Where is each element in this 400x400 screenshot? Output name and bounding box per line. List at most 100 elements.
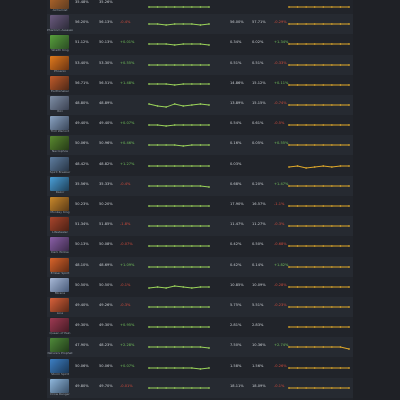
- hero-name[interactable]: Ember Spirit: [47, 271, 73, 275]
- pick-rate-value: 0.68%: [230, 181, 242, 186]
- table-row[interactable]: Necrophos 50.06% 50.96% +0.46% 0.16% 0.05% +0.…: [47, 135, 353, 156]
- pick-rate-trend: [288, 346, 350, 351]
- win-rate-trend: [148, 326, 210, 329]
- trend-point: [208, 205, 210, 207]
- hero-portrait[interactable]: [50, 338, 69, 353]
- hero-name[interactable]: Mirana: [47, 291, 73, 295]
- table-row[interactable]: Storm Spirit 50.06% 50.06% +0.07% 1.58% 1.56%…: [47, 358, 353, 378]
- win-rate-trend: [148, 205, 210, 207]
- hero-portrait[interactable]: [50, 176, 69, 191]
- hero-name[interactable]: Lifestealer: [47, 230, 73, 234]
- trend-point: [190, 6, 193, 8]
- pick-rate-value: 5.75%: [230, 303, 242, 307]
- hero-name[interactable]: Drow Ranger: [47, 392, 73, 396]
- trend-point: [288, 104, 290, 106]
- hero-name[interactable]: Alchemist: [47, 8, 73, 12]
- trend-point: [296, 326, 299, 329]
- trend-point: [348, 43, 350, 46]
- pick-rate-prev: 16.57%: [252, 202, 266, 206]
- hero-portrait[interactable]: [50, 136, 69, 151]
- hero-portrait[interactable]: [50, 257, 69, 272]
- win-rate-trend: [148, 346, 210, 350]
- hero-name[interactable]: Storm Spirit: [47, 372, 73, 376]
- pick-rate-change: +1.82%: [274, 262, 289, 267]
- table-row[interactable]: Spirit Breaker 48.42% 48.82% +1.27% 0.03%: [47, 156, 353, 176]
- table-row[interactable]: Wraith King 51.12% 50.13% +0.01% 0.34% 0.02% +…: [47, 34, 353, 54]
- hero-name[interactable]: Nature's Prophet: [47, 351, 73, 355]
- trend-point: [156, 205, 159, 207]
- hero-portrait[interactable]: [50, 35, 69, 50]
- table-row[interactable]: Lifestealer 51.34% 51.85% -1.8% 11.47% 11.27%…: [47, 216, 353, 237]
- table-row[interactable]: Monkey King 50.23% 50.20% 17.90% 16.57% -1.1%: [47, 196, 353, 216]
- win-rate-prev: 50.96%: [99, 141, 113, 146]
- table-row[interactable]: Ember Spirit 48.10% 48.69% +1.09% 0.42% 0.14%…: [47, 256, 353, 277]
- hero-name[interactable]: Spirit Breaker: [47, 170, 73, 174]
- trend-point: [156, 164, 159, 167]
- trend-point: [305, 184, 308, 187]
- trend-point: [208, 386, 210, 389]
- trend-point: [190, 386, 193, 389]
- hero-name[interactable]: Lina: [47, 311, 73, 315]
- pick-rate-prev: 0.14%: [252, 262, 264, 267]
- table-row[interactable]: Alchemist 35.48% 35.26%: [47, 0, 353, 14]
- trend-point: [190, 346, 193, 349]
- hero-portrait[interactable]: [50, 358, 69, 373]
- hero-portrait[interactable]: [50, 217, 69, 232]
- hero-portrait[interactable]: [50, 15, 69, 30]
- hero-portrait[interactable]: [50, 156, 69, 171]
- hero-name[interactable]: Monkey King: [47, 210, 73, 214]
- trend-point: [330, 386, 333, 389]
- trend-point: [199, 164, 202, 167]
- trend-point: [322, 104, 325, 106]
- win-rate-change: +0.95%: [120, 323, 135, 328]
- trend-point: [305, 205, 308, 207]
- trend-point: [199, 63, 202, 66]
- table-row[interactable]: Drow Ranger 49.80% 49.70% -0.01% 18.11% 18.09…: [47, 377, 353, 398]
- table-row[interactable]: Dark Willow 50.13% 50.08% -0.07% 0.42% 0.50% -…: [47, 236, 353, 256]
- trend-point: [165, 184, 168, 187]
- hero-portrait[interactable]: [50, 237, 69, 252]
- hero-name[interactable]: Razor: [47, 190, 73, 194]
- hero-portrait[interactable]: [50, 298, 69, 312]
- trend-point: [313, 6, 316, 8]
- hero-portrait[interactable]: [50, 277, 69, 292]
- hero-name[interactable]: Phoenix: [47, 69, 73, 73]
- hero-name[interactable]: Necrophos: [47, 149, 73, 153]
- table-row[interactable]: Troll Warlord 49.40% 49.40% +0.07% 0.54% 0.61…: [47, 115, 353, 135]
- trend-point: [313, 346, 316, 349]
- trend-point: [288, 165, 290, 168]
- table-row[interactable]: Mirana 50.50% 50.50% -0.1% 10.85% 10.09% -0.28…: [47, 277, 353, 297]
- trend-point: [296, 184, 299, 187]
- trend-point: [190, 82, 193, 85]
- hero-name[interactable]: Troll Warlord: [47, 129, 73, 133]
- trend-point: [348, 386, 350, 389]
- hero-portrait[interactable]: [50, 318, 69, 333]
- hero-portrait[interactable]: [50, 197, 69, 211]
- table-row[interactable]: Earthshaker 56.71% 56.51% +1.48% 14.86% 15.12…: [47, 75, 353, 95]
- table-row[interactable]: Razor 35.56% 35.33% -0.4% 0.68% 0.20% +1.47%: [47, 175, 353, 196]
- table-row[interactable]: Riki 48.80% 48.89% 13.89% 15.15% -0.74%: [47, 95, 353, 115]
- hero-portrait[interactable]: [50, 75, 69, 90]
- hero-name[interactable]: Earthshaker: [47, 89, 73, 93]
- table-row[interactable]: Phantom Assassin 56.20% 56.13% -0.4% 56.00% 5…: [47, 14, 353, 35]
- hero-name[interactable]: Riki: [47, 109, 73, 113]
- table-row[interactable]: Queen of Pain 49.30% 49.30% +0.95% 2.81% 2.83…: [47, 317, 353, 337]
- table-row[interactable]: Phoenix 53.40% 53.30% +0.55% 0.51% 0.51% -0.33…: [47, 54, 353, 75]
- trend-point: [339, 366, 342, 369]
- trend-point: [182, 225, 185, 228]
- hero-portrait[interactable]: [50, 116, 69, 131]
- trend-point: [313, 144, 316, 147]
- table-row[interactable]: Lina 49.40% 49.26% -0.3% 5.75% 5.51% -0.23%: [47, 297, 353, 317]
- hero-portrait[interactable]: [50, 378, 69, 393]
- hero-name[interactable]: Queen of Pain: [47, 331, 73, 335]
- trend-point: [182, 23, 185, 26]
- hero-portrait[interactable]: [50, 96, 69, 110]
- hero-name[interactable]: Wraith King: [47, 48, 73, 52]
- hero-portrait[interactable]: [50, 55, 69, 70]
- table-row[interactable]: Nature's Prophet 47.90% 48.23% +2.28% 7.50% 1…: [47, 337, 353, 358]
- pick-rate-prev: 11.27%: [252, 222, 266, 227]
- trend-point: [322, 265, 325, 268]
- hero-name[interactable]: Phantom Assassin: [47, 28, 73, 32]
- hero-name[interactable]: Dark Willow: [47, 250, 73, 254]
- pick-rate-prev: 0.20%: [252, 181, 264, 186]
